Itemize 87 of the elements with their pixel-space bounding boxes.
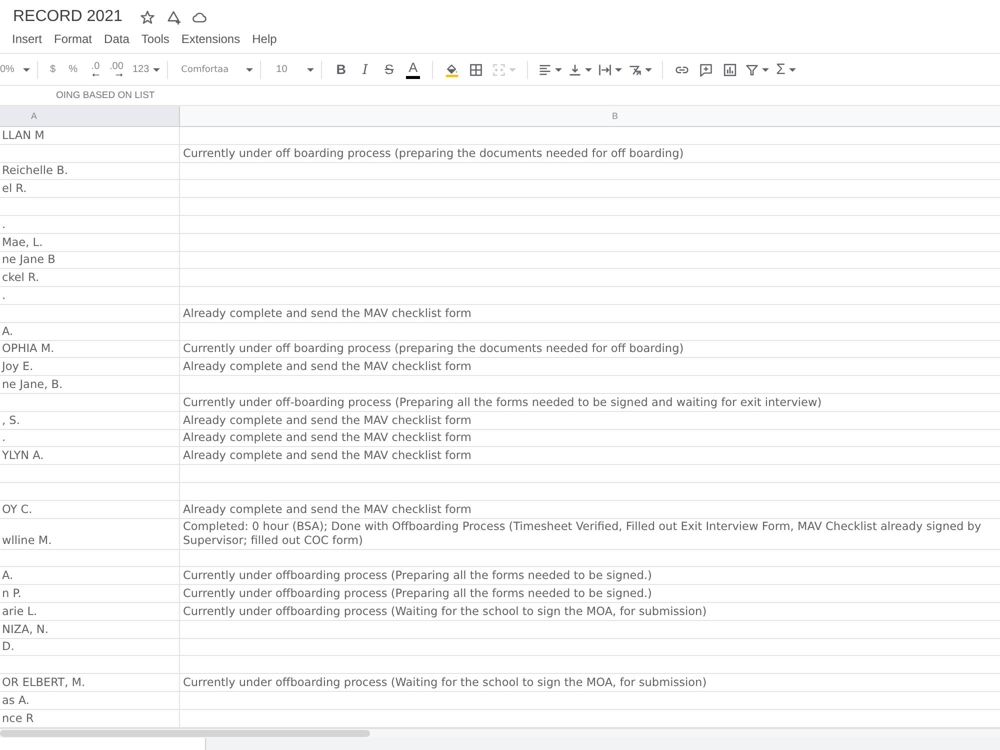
table-cell: A. bbox=[0, 322, 180, 341]
color-bar-icon bbox=[406, 76, 420, 78]
table-cell: Currently under off boarding process (preparing the documents needed for off boarding) bbox=[180, 340, 1000, 358]
caret-icon bbox=[585, 68, 592, 72]
menu-item[interactable]: Format bbox=[54, 32, 92, 47]
document-title[interactable]: RECORD 2021 bbox=[13, 8, 122, 26]
table-cell: YLYN A. bbox=[0, 447, 180, 466]
menu-item[interactable]: Data bbox=[104, 32, 130, 47]
zoom-dropdown[interactable]: 0% bbox=[0, 58, 30, 80]
table-cell: Already complete and send the MAV checklist form bbox=[180, 304, 1000, 323]
table-cell: NIZA, N. bbox=[0, 620, 180, 639]
caret-icon bbox=[789, 68, 796, 72]
chart-icon[interactable] bbox=[723, 62, 738, 76]
borders-icon[interactable] bbox=[469, 62, 484, 76]
table-cell: Completed: 0 hour (BSA); Done with Offboarding Process (Timesheet Verified, Filled out Exit Interview Form, MAV Checklist already signed by Supervisor; filled out COC form) bbox=[180, 518, 1000, 550]
align-bottom-icon bbox=[568, 62, 582, 76]
bold-button[interactable]: B bbox=[334, 58, 348, 80]
cloud-icon[interactable] bbox=[192, 10, 208, 24]
table-cell: OPHIA M. bbox=[0, 340, 180, 358]
currency-button[interactable]: $ bbox=[50, 58, 56, 80]
menu-item[interactable]: Extensions bbox=[181, 32, 240, 47]
text-color-button[interactable]: A bbox=[406, 58, 420, 80]
table-cell: Already complete and send the MAV checklist form bbox=[180, 447, 1000, 466]
table-cell: arie L. bbox=[0, 602, 180, 621]
number-format-dropdown[interactable]: 123 bbox=[132, 58, 160, 80]
merge-icon bbox=[492, 62, 506, 76]
table-cell: Currently under off boarding process (preparing the documents needed for off boarding) bbox=[180, 144, 1000, 163]
table-cell: Currently under off-boarding process (Preparing all the forms needed to be signed and waiting for exit interview) bbox=[180, 394, 1000, 412]
table-cell: A. bbox=[0, 567, 180, 586]
table-cell: , S. bbox=[0, 412, 180, 430]
table-cell: Currently under offboarding process (Preparing all the forms needed to be signed.) bbox=[180, 567, 1000, 586]
comment-icon[interactable] bbox=[699, 62, 714, 76]
caret-icon bbox=[509, 68, 516, 72]
paint-bucket-icon[interactable] bbox=[445, 62, 460, 76]
formula-text: OING BASED ON LIST bbox=[56, 90, 155, 101]
table-cell: Currently under offboarding process (Preparing all the forms needed to be signed.) bbox=[180, 585, 1000, 603]
table-cell: Currently under offboarding process (Waiting for the school to sign the MOA, for submission) bbox=[180, 602, 1000, 621]
caret-icon bbox=[555, 68, 562, 72]
menu-item[interactable]: Help bbox=[252, 32, 277, 47]
table-cell: el R. bbox=[0, 180, 180, 198]
table-cell: . bbox=[0, 430, 180, 448]
arrow-right-icon bbox=[115, 73, 124, 77]
font-size-dropdown[interactable]: 10 bbox=[268, 58, 314, 80]
percent-button[interactable]: % bbox=[68, 58, 78, 80]
table-cell: . bbox=[0, 216, 180, 234]
table-cell: . bbox=[0, 287, 180, 305]
table-cell: Already complete and send the MAV checklist form bbox=[180, 500, 1000, 519]
functions-button[interactable]: Σ bbox=[776, 58, 796, 80]
arrow-left-icon bbox=[92, 73, 100, 77]
table-cell: Already complete and send the MAV checklist form bbox=[180, 412, 1000, 430]
column-header[interactable]: B bbox=[180, 106, 1000, 126]
star-icon[interactable] bbox=[140, 10, 156, 24]
caret-icon bbox=[615, 68, 622, 72]
table-cell: Already complete and send the MAV checklist form bbox=[180, 358, 1000, 376]
italic-button[interactable]: I bbox=[358, 58, 372, 80]
scrollbar-thumb[interactable] bbox=[0, 730, 370, 736]
table-cell: Joy E. bbox=[0, 358, 180, 376]
menu-item[interactable]: Insert bbox=[12, 32, 42, 47]
table-cell: ckel R. bbox=[0, 269, 180, 288]
align-left-icon bbox=[538, 62, 552, 76]
caret-icon bbox=[153, 68, 160, 72]
caret-icon bbox=[23, 68, 30, 72]
triangle-plus-icon[interactable] bbox=[166, 10, 182, 24]
filter-icon bbox=[745, 62, 760, 76]
table-cell: Mae, L. bbox=[0, 234, 180, 252]
decrease-decimal-button[interactable]: .0 bbox=[90, 58, 100, 80]
table-cell: LLAN M bbox=[0, 127, 180, 145]
menu-item[interactable]: Tools bbox=[141, 32, 170, 47]
table-cell: ne Jane, B. bbox=[0, 376, 180, 394]
table-cell: as A. bbox=[0, 692, 180, 710]
table-cell: Already complete and send the MAV checklist form bbox=[180, 430, 1000, 448]
strikethrough-button[interactable]: S bbox=[382, 58, 396, 80]
table-cell: ne Jane B bbox=[0, 252, 180, 270]
table-cell: Reichelle B. bbox=[0, 162, 180, 180]
table-cell: D. bbox=[0, 638, 180, 656]
table-cell: OY C. bbox=[0, 500, 180, 519]
table-cell: OR ELBERT, M. bbox=[0, 674, 180, 692]
increase-decimal-button[interactable]: .00 bbox=[109, 58, 124, 80]
caret-icon bbox=[645, 68, 652, 72]
table-cell: wlline M. bbox=[0, 518, 180, 550]
caret-icon bbox=[762, 68, 770, 72]
caret-icon bbox=[246, 68, 254, 72]
table-cell: Currently under offboarding process (Waiting for the school to sign the MOA, for submission) bbox=[180, 674, 1000, 692]
table-cell: n P. bbox=[0, 585, 180, 603]
text-wrap-icon bbox=[598, 62, 612, 76]
caret-icon bbox=[307, 68, 314, 72]
font-dropdown[interactable]: Comfortaa bbox=[175, 58, 254, 80]
